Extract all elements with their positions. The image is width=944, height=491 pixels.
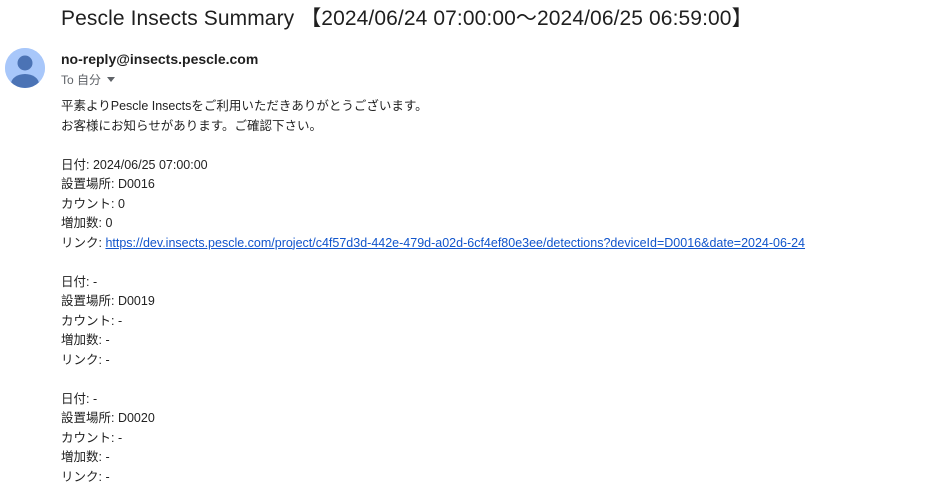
entry-link-label: リンク:	[61, 235, 106, 250]
entry-block: 日付: 2024/06/25 07:00:00 設置場所: D0016 カウント…	[61, 156, 805, 254]
entry-count: カウント: 0	[61, 196, 125, 211]
entry-increase: 増加数: -	[61, 450, 110, 464]
sender-address[interactable]: no-reply@insects.pescle.com	[61, 51, 258, 67]
email-subject: Pescle Insects Summary 【2024/06/24 07:00…	[61, 7, 753, 30]
entry-location: 設置場所: D0020	[61, 411, 155, 425]
entry-location: 設置場所: D0016	[61, 177, 155, 191]
entry-increase: 増加数: 0	[61, 216, 113, 230]
entry-link-line: リンク: -	[61, 352, 110, 367]
greeting-line: お客様にお知らせがあります。ご確認下さい。	[61, 118, 323, 133]
entry-location: 設置場所: D0019	[61, 294, 155, 308]
entry-increase: 増加数: -	[61, 333, 110, 347]
entry-block: 日付: - 設置場所: D0020 カウント: - 増加数: - リンク: -	[61, 390, 805, 488]
recipient-label: To 自分	[61, 73, 102, 87]
entry-date: 日付: 2024/06/25 07:00:00	[61, 157, 208, 172]
entry-count: カウント: -	[61, 313, 123, 328]
entry-count: カウント: -	[61, 430, 123, 445]
recipient-toggle[interactable]: To 自分	[61, 71, 116, 88]
entry-link-line: リンク: -	[61, 469, 110, 484]
email-body: 平素よりPescle Insectsをご利用いただきありがとうございます。 お客…	[61, 97, 805, 487]
entry-block: 日付: - 設置場所: D0019 カウント: - 増加数: - リンク: -	[61, 273, 805, 371]
entry-date: 日付: -	[61, 391, 98, 406]
detections-link[interactable]: https://dev.insects.pescle.com/project/c…	[105, 236, 805, 250]
entry-date: 日付: -	[61, 274, 98, 289]
person-icon	[5, 48, 45, 88]
sender-avatar[interactable]	[5, 48, 45, 88]
greeting-line: 平素よりPescle Insectsをご利用いただきありがとうございます。	[61, 99, 428, 113]
caret-down-icon	[107, 77, 116, 82]
entry-link-line: リンク: https://dev.insects.pescle.com/proj…	[61, 234, 805, 254]
